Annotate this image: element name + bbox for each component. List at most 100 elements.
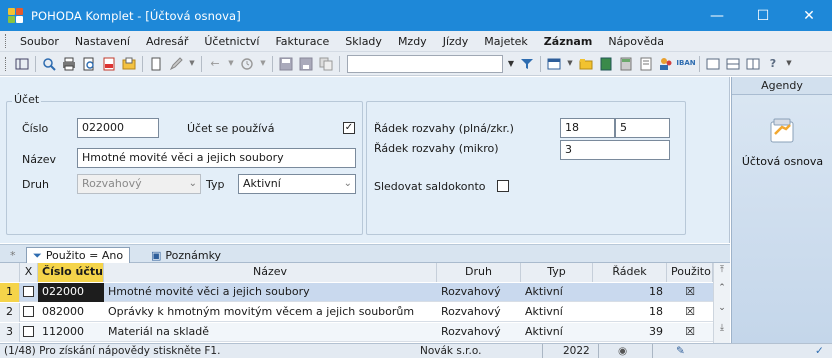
cell-typ[interactable]: Aktivní	[521, 323, 593, 342]
close-button[interactable]: ✕	[786, 0, 832, 31]
search-agenda-icon[interactable]	[41, 56, 57, 72]
save-icon[interactable]	[278, 56, 294, 72]
cell-pouzito[interactable]: ☒	[667, 323, 713, 342]
chevron-down-icon[interactable]: ▼	[566, 56, 574, 72]
menu-fakturace[interactable]: Fakturace	[267, 35, 337, 48]
table-scrollbar[interactable]: ⤒ ⌃ ⌄ ⤓	[713, 263, 730, 343]
scroll-bottom-icon[interactable]: ⤓	[714, 323, 730, 333]
agenda-item-ucetni-osnova[interactable]: Účtová osnova	[732, 155, 832, 168]
cell-nazev[interactable]: Oprávky k hmotným movitým věcem a jejich…	[104, 303, 437, 322]
row-checkbox-box[interactable]	[23, 286, 34, 297]
minimize-button[interactable]: —	[694, 0, 740, 31]
cell-druh[interactable]: Rozvahový	[437, 283, 521, 302]
quick-search-combo[interactable]	[347, 54, 503, 73]
cislo-field[interactable]: 022000	[77, 118, 159, 138]
nazev-field[interactable]: Hmotné movité věci a jejich soubory	[77, 148, 356, 168]
cell-cislo[interactable]: 112000	[38, 323, 104, 342]
maximize-button[interactable]: ☐	[740, 0, 786, 31]
radek-plna-field-2[interactable]: 5	[615, 118, 670, 138]
view-list-icon[interactable]	[705, 56, 721, 72]
scroll-up-icon[interactable]: ⌃	[714, 283, 730, 293]
menu-jizdy[interactable]: Jízdy	[435, 35, 477, 48]
header-nazev[interactable]: Název	[104, 263, 437, 282]
cell-typ[interactable]: Aktivní	[521, 283, 593, 302]
row-checkbox-box[interactable]	[23, 326, 34, 337]
view-split-icon[interactable]	[745, 56, 761, 72]
chevron-down-icon[interactable]: ▼	[188, 56, 196, 72]
row-checkbox[interactable]	[20, 303, 38, 322]
druh-select[interactable]: Rozvahový ⌄	[77, 174, 201, 194]
edit-record-icon[interactable]	[168, 56, 184, 72]
header-typ[interactable]: Typ	[521, 263, 593, 282]
export-icon[interactable]	[121, 56, 137, 72]
menu-napoveda[interactable]: Nápověda	[600, 35, 672, 48]
row-checkbox[interactable]	[20, 323, 38, 342]
radek-mikro-field[interactable]: 3	[560, 140, 670, 160]
copy-icon[interactable]	[318, 56, 334, 72]
pohoda-app-icon[interactable]	[8, 7, 24, 24]
menu-mzdy[interactable]: Mzdy	[390, 35, 435, 48]
header-druh[interactable]: Druh	[437, 263, 521, 282]
menu-adresar[interactable]: Adresář	[138, 35, 196, 48]
filter-icon[interactable]	[519, 56, 535, 72]
ucet-pouziva-checkbox[interactable]: ✓	[343, 122, 355, 134]
cell-cislo[interactable]: 082000	[38, 303, 104, 322]
book-icon[interactable]	[598, 56, 614, 72]
history-icon[interactable]	[239, 56, 255, 72]
header-radek[interactable]: Řádek	[593, 263, 667, 282]
chevron-down-icon[interactable]: ▼	[227, 56, 235, 72]
radek-plna-field-1[interactable]: 18	[560, 118, 615, 138]
print-icon[interactable]	[61, 56, 77, 72]
menu-majetek[interactable]: Majetek	[476, 35, 536, 48]
cell-pouzito[interactable]: ☒	[667, 283, 713, 302]
row-checkbox[interactable]	[20, 283, 38, 302]
cell-druh[interactable]: Rozvahový	[437, 323, 521, 342]
users-icon[interactable]	[658, 56, 674, 72]
previous-record-icon[interactable]: ←	[207, 56, 223, 72]
pdf-icon[interactable]	[101, 56, 117, 72]
cell-druh[interactable]: Rozvahový	[437, 303, 521, 322]
menu-soubor[interactable]: Soubor	[12, 35, 67, 48]
menu-sklady[interactable]: Sklady	[337, 35, 390, 48]
cell-radek[interactable]: 18	[593, 283, 667, 302]
cell-pouzito[interactable]: ☒	[667, 303, 713, 322]
scroll-down-icon[interactable]: ⌄	[714, 303, 730, 313]
typ-select[interactable]: Aktivní ⌄	[238, 174, 356, 194]
window-icon[interactable]	[546, 56, 562, 72]
chevron-down-icon[interactable]: ▼	[505, 55, 517, 73]
row-checkbox-box[interactable]	[23, 306, 34, 317]
table-row[interactable]: 3 112000 Materiál na skladě Rozvahový Ak…	[0, 323, 730, 342]
print-preview-icon[interactable]	[81, 56, 97, 72]
header-pouzito[interactable]: Použito	[667, 263, 713, 282]
view-form-icon[interactable]	[725, 56, 741, 72]
cell-radek[interactable]: 18	[593, 303, 667, 322]
cell-cislo[interactable]: 022000	[38, 283, 104, 302]
toolbar-grip-icon[interactable]	[5, 56, 8, 71]
cell-typ[interactable]: Aktivní	[521, 303, 593, 322]
help-pointer-icon[interactable]: ?	[765, 56, 781, 72]
asterisk-tab[interactable]: *	[4, 247, 22, 263]
cell-nazev[interactable]: Hmotné movité věci a jejich soubory	[104, 283, 437, 302]
header-cislo-uctu[interactable]: Číslo účtu	[38, 263, 104, 282]
save-as-icon[interactable]	[298, 56, 314, 72]
scroll-top-icon[interactable]: ⤒	[714, 265, 730, 275]
menu-ucetnictvi[interactable]: Účetnictví	[196, 35, 267, 48]
chevron-down-icon[interactable]: ▼	[259, 56, 267, 72]
saldokonto-checkbox[interactable]	[497, 180, 509, 192]
menu-grip-icon[interactable]	[5, 34, 8, 48]
tab-notes[interactable]: ▣ Poznámky	[145, 247, 227, 263]
header-x[interactable]: X	[20, 263, 38, 282]
iban-icon[interactable]: IBAN	[676, 56, 695, 72]
toolbar-toggle-icon[interactable]	[14, 56, 30, 72]
cell-nazev[interactable]: Materiál na skladě	[104, 323, 437, 342]
ucetni-osnova-icon[interactable]	[768, 117, 796, 145]
chevron-down-icon[interactable]: ▼	[785, 56, 793, 72]
tab-filter[interactable]: ⏷ Použito = Ano	[26, 247, 131, 263]
calculator-icon[interactable]	[618, 56, 634, 72]
cell-radek[interactable]: 39	[593, 323, 667, 342]
folder-icon[interactable]	[578, 56, 594, 72]
document-icon[interactable]	[638, 56, 654, 72]
menu-nastaveni[interactable]: Nastavení	[67, 35, 138, 48]
table-row[interactable]: 1 022000 Hmotné movité věci a jejich sou…	[0, 283, 730, 302]
new-record-icon[interactable]	[148, 56, 164, 72]
